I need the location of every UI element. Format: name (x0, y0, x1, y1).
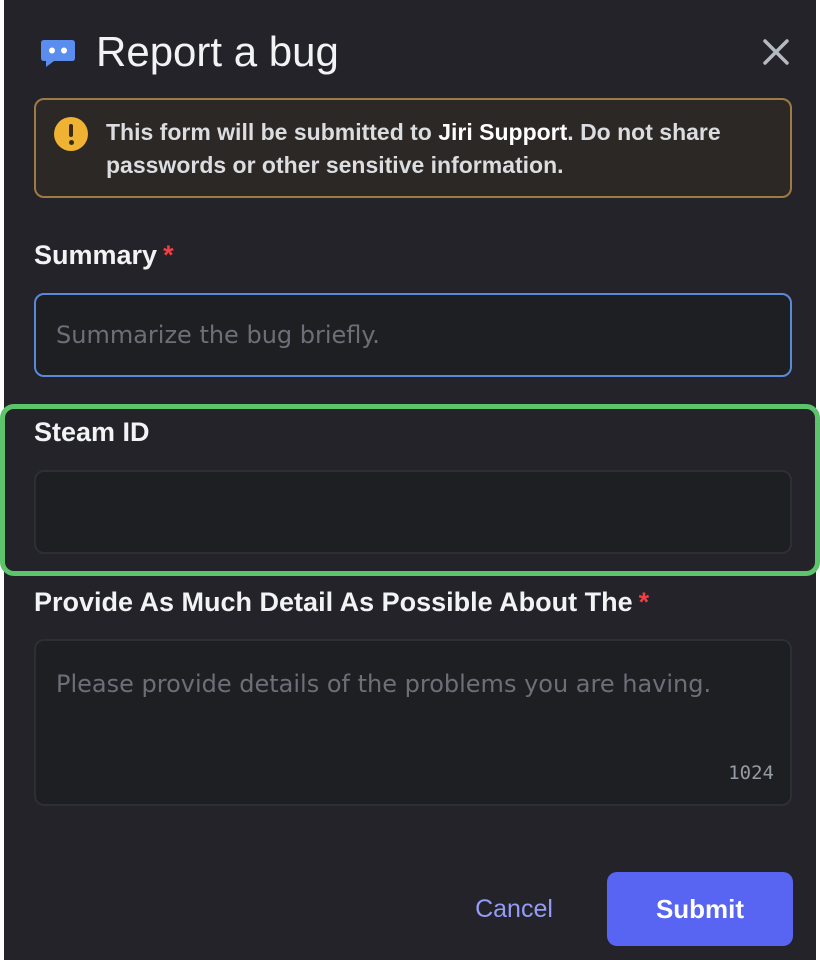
submit-button[interactable]: Submit (607, 872, 793, 946)
notice-text: This form will be submitted to Jiri Supp… (106, 116, 776, 182)
steam-id-input[interactable] (34, 470, 792, 554)
report-bug-modal: Report a bug This form will be submitted… (4, 0, 816, 960)
modal-header: Report a bug (4, 0, 816, 96)
notice-text-strong: Jiri Support (438, 119, 568, 145)
notice-text-prefix: This form will be submitted to (106, 119, 439, 145)
summary-label-text: Summary (34, 240, 158, 270)
required-mark: * (638, 587, 650, 617)
notice-banner: This form will be submitted to Jiri Supp… (34, 98, 792, 198)
details-label: Provide As Much Detail As Possible About… (34, 587, 649, 618)
summary-label: Summary * (34, 240, 174, 271)
required-mark: * (163, 240, 174, 270)
close-icon[interactable] (758, 34, 794, 70)
character-count: 1024 (728, 762, 774, 784)
summary-input[interactable] (34, 293, 792, 377)
cancel-button[interactable]: Cancel (454, 876, 574, 942)
details-textarea[interactable] (34, 639, 792, 806)
chat-bubble-icon (41, 40, 75, 67)
details-label-text: Provide As Much Detail As Possible About… (34, 587, 633, 617)
modal-title: Report a bug (96, 28, 339, 75)
steam-id-label: Steam ID (34, 417, 150, 447)
warning-icon (54, 117, 88, 151)
